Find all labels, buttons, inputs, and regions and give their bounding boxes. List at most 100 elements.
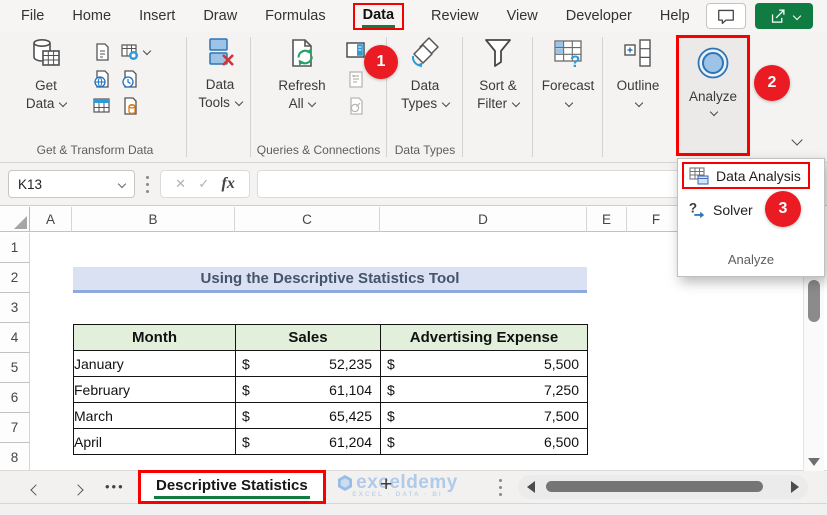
edit-links-icon[interactable]: [344, 95, 368, 117]
ribbon-collapse-chevron-icon[interactable]: [791, 134, 803, 146]
row-header-1[interactable]: 1: [0, 233, 30, 263]
expense-cell[interactable]: $7,250: [380, 376, 588, 403]
expense-cell[interactable]: $6,500: [380, 428, 588, 455]
tabbar-divider: [499, 486, 502, 489]
outline-button[interactable]: Outline: [604, 36, 672, 113]
step-3-number: 3: [778, 200, 788, 217]
share-icon: [771, 8, 785, 23]
menu-help[interactable]: Help: [659, 5, 691, 27]
outline-label: Outline: [616, 78, 660, 93]
select-all-corner[interactable]: [0, 207, 30, 232]
expense-value: 7,250: [543, 381, 579, 398]
enter-icon[interactable]: ✓: [198, 177, 209, 192]
month-cell[interactable]: April: [73, 428, 236, 455]
row-header-4[interactable]: 4: [0, 323, 30, 353]
sales-cell[interactable]: $61,204: [235, 428, 381, 455]
horizontal-scrollbar-thumb[interactable]: [546, 481, 763, 492]
step-callout-1: 1: [364, 45, 398, 79]
data-tools-button[interactable]: Data Tools: [190, 36, 250, 112]
table-row: March $65,425 $7,500: [73, 402, 588, 429]
menu-draw[interactable]: Draw: [202, 5, 238, 27]
properties-icon[interactable]: [344, 68, 368, 90]
scroll-down-icon[interactable]: [808, 458, 820, 466]
table-header-sales[interactable]: Sales: [235, 324, 381, 351]
column-header-a[interactable]: A: [30, 207, 72, 232]
currency-symbol: $: [242, 381, 250, 398]
menu-home[interactable]: Home: [71, 5, 112, 27]
sales-cell[interactable]: $52,235: [235, 350, 381, 377]
menu-review[interactable]: Review: [430, 5, 480, 27]
menu-item-solver[interactable]: ? Solver: [678, 197, 824, 223]
scroll-left-icon[interactable]: [527, 481, 535, 493]
sales-cell[interactable]: $61,104: [235, 376, 381, 403]
column-header-b[interactable]: B: [72, 207, 235, 232]
scroll-right-icon[interactable]: [791, 481, 799, 493]
expense-cell[interactable]: $7,500: [380, 402, 588, 429]
existing-connections-icon[interactable]: [118, 95, 142, 117]
cancel-icon[interactable]: ✕: [175, 177, 186, 192]
table-header-expense[interactable]: Advertising Expense: [380, 324, 588, 351]
table-header-month[interactable]: Month: [73, 324, 236, 351]
analyze-button[interactable]: Analyze: [676, 35, 750, 156]
data-types-button[interactable]: Data Types: [391, 36, 459, 113]
month-cell[interactable]: February: [73, 376, 236, 403]
menu-insert[interactable]: Insert: [138, 5, 176, 27]
row-header-8[interactable]: 8: [0, 443, 30, 471]
chevron-down-icon[interactable]: [142, 46, 152, 56]
row-header-2[interactable]: 2: [0, 263, 30, 293]
month-cell[interactable]: March: [73, 402, 236, 429]
menu-file[interactable]: File: [20, 5, 45, 27]
new-sheet-button[interactable]: +: [380, 473, 392, 497]
chevron-down-icon: [564, 98, 574, 108]
sales-cell[interactable]: $65,425: [235, 402, 381, 429]
recent-sources-icon[interactable]: [118, 68, 142, 90]
forecast-icon: ?: [554, 40, 582, 70]
horizontal-scrollbar[interactable]: [518, 475, 808, 499]
month-cell[interactable]: January: [73, 350, 236, 377]
column-header-d[interactable]: D: [380, 207, 587, 232]
analyze-icon: [697, 47, 729, 79]
sheet-tab-descriptive-statistics[interactable]: Descriptive Statistics: [138, 470, 326, 504]
from-table-range-icon[interactable]: [90, 95, 114, 117]
menu-data[interactable]: Data: [352, 2, 405, 30]
status-bar-edge: [0, 503, 827, 515]
exceldemy-watermark: exceldemy EXCEL · DATA · BI: [320, 472, 475, 498]
menu-view[interactable]: View: [506, 5, 539, 27]
worksheet-title-banner[interactable]: Using the Descriptive Statistics Tool: [73, 267, 587, 293]
column-header-e[interactable]: E: [587, 207, 627, 232]
vertical-scrollbar-thumb[interactable]: [808, 280, 820, 322]
group-data-types: Data Types Data Types: [388, 32, 462, 162]
get-data-button[interactable]: Get Data: [12, 36, 80, 113]
row-header-5[interactable]: 5: [0, 353, 30, 383]
refresh-all-button[interactable]: Refresh All: [266, 36, 338, 113]
chevron-down-icon: [709, 107, 719, 117]
share-button[interactable]: [755, 3, 813, 29]
menu-item-data-analysis[interactable]: Data Analysis: [682, 162, 810, 189]
row-header-7[interactable]: 7: [0, 413, 30, 443]
comments-button[interactable]: [706, 3, 746, 29]
from-text-csv-icon[interactable]: [90, 41, 114, 63]
chevron-down-icon: [58, 98, 68, 108]
expense-cell[interactable]: $5,500: [380, 350, 588, 377]
previous-sheet-icon[interactable]: [30, 483, 42, 501]
forecast-button[interactable]: ? Forecast: [534, 36, 602, 113]
data-types-label-1: Data: [410, 78, 440, 93]
column-header-c[interactable]: C: [235, 207, 380, 232]
row-header-6[interactable]: 6: [0, 383, 30, 413]
refresh-all-label-1: Refresh: [278, 78, 326, 93]
expense-value: 5,500: [543, 355, 579, 372]
comment-icon: [718, 9, 734, 24]
row-header-3[interactable]: 3: [0, 293, 30, 323]
insert-function-icon[interactable]: fx: [222, 175, 235, 193]
menu-developer[interactable]: Developer: [565, 5, 633, 27]
menu-formulas[interactable]: Formulas: [264, 5, 326, 27]
next-sheet-icon[interactable]: [72, 483, 84, 501]
from-picture-icon[interactable]: [118, 41, 142, 63]
sales-value: 52,235: [329, 355, 372, 372]
from-web-icon[interactable]: [90, 68, 114, 90]
sort-filter-button[interactable]: Sort & Filter: [464, 36, 532, 113]
svg-text:?: ?: [570, 52, 580, 70]
expense-value: 6,500: [543, 433, 579, 450]
all-sheets-icon[interactable]: •••: [105, 479, 125, 494]
name-box[interactable]: K13: [8, 170, 135, 198]
